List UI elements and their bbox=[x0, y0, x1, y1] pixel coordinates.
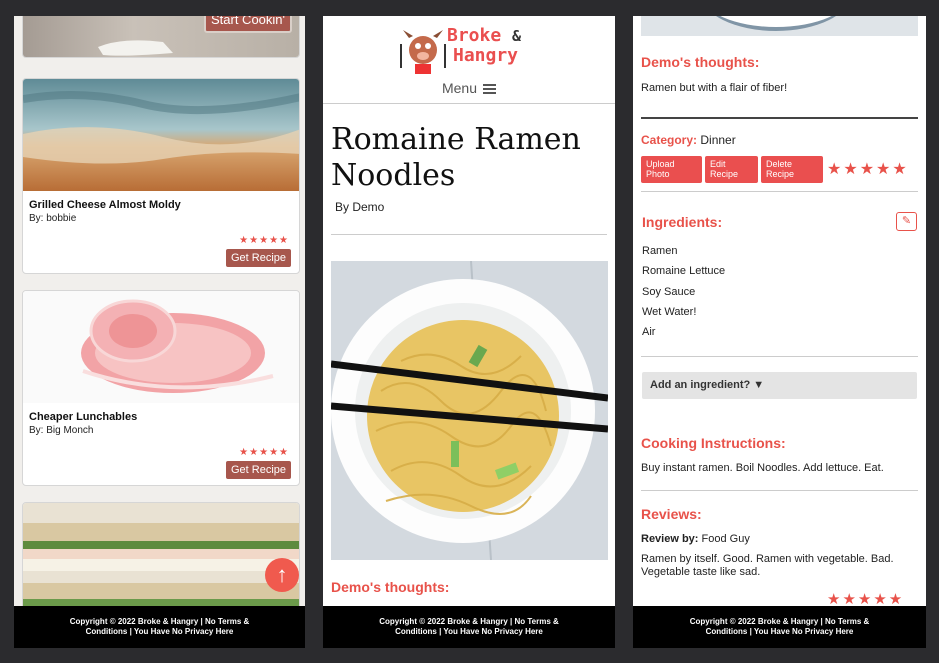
footer-line: Copyright © 2022 Broke & Hangry | No Ter… bbox=[689, 617, 870, 626]
divider bbox=[323, 103, 615, 104]
recipe-card-author: By: bobbie bbox=[29, 213, 77, 224]
footer-line: Conditions | You Have No Privacy Here bbox=[85, 627, 234, 636]
thoughts-heading: Demo's thoughts: bbox=[641, 54, 760, 70]
recipe-card-author: By: Big Monch bbox=[29, 425, 94, 436]
thoughts-heading: Demo's thoughts: bbox=[331, 579, 450, 595]
recipe-card[interactable]: Cheaper Lunchables By: Big Monch ★★★★★ G… bbox=[22, 290, 300, 486]
recipe-image bbox=[23, 79, 299, 191]
divider bbox=[331, 234, 607, 235]
recipe-author: By Demo bbox=[335, 200, 385, 214]
site-logo[interactable]: Broke & Hangry bbox=[397, 24, 547, 74]
recipe-card-title[interactable]: Grilled Cheese Almost Moldy bbox=[29, 199, 299, 211]
divider bbox=[641, 117, 918, 119]
divider bbox=[641, 191, 918, 192]
divider bbox=[641, 356, 918, 357]
pencil-icon[interactable]: ✎ bbox=[896, 212, 917, 231]
hamburger-icon bbox=[483, 84, 497, 95]
start-cookin-button[interactable]: Start Cookin' bbox=[204, 16, 292, 33]
footer: Copyright © 2022 Broke & Hangry | No Ter… bbox=[14, 606, 305, 648]
recipe-list-panel: Start Cookin' Grilled Cheese Almost Mold… bbox=[14, 16, 305, 648]
get-recipe-button[interactable]: Get Recipe bbox=[225, 249, 291, 267]
recipe-card-title[interactable]: Cheaper Lunchables bbox=[29, 411, 299, 423]
menu-toggle[interactable]: Menu bbox=[323, 80, 615, 96]
footer-line: Copyright © 2022 Broke & Hangry | No Ter… bbox=[379, 617, 559, 626]
review-by-name: Food Guy bbox=[701, 533, 750, 545]
rating-stars: ★★★★★ bbox=[239, 447, 289, 458]
logo-text: Hangry bbox=[453, 45, 519, 66]
footer-line: Conditions | You Have No Privacy Here bbox=[705, 627, 854, 636]
ingredient-item: Ramen bbox=[642, 245, 678, 257]
recipe-title: Romaine Ramen Noodles bbox=[331, 122, 581, 193]
category: Category: Dinner bbox=[641, 133, 736, 147]
review-by-label: Review by: bbox=[641, 533, 699, 545]
category-value: Dinner bbox=[700, 133, 736, 147]
recipe-card[interactable]: Grilled Cheese Almost Moldy By: bobbie ★… bbox=[22, 78, 300, 274]
recipe-details-panel: Demo's thoughts: Ramen but with a flair … bbox=[633, 16, 926, 648]
ingredient-item: Air bbox=[642, 326, 656, 338]
footer: Copyright © 2022 Broke & Hangry | No Ter… bbox=[323, 606, 615, 648]
edit-recipe-button[interactable]: Edit Recipe bbox=[705, 156, 758, 183]
review-text: Ramen by itself. Good. Ramen with vegeta… bbox=[641, 553, 894, 578]
category-label: Category: bbox=[641, 133, 698, 147]
thoughts-text: Ramen but with a flair of fiber! bbox=[641, 82, 788, 94]
footer-line: Copyright © 2022 Broke & Hangry | No Ter… bbox=[69, 617, 250, 626]
arrow-up-icon[interactable]: ↑ bbox=[265, 558, 299, 592]
recipe-header-panel: Broke & Hangry Menu Romaine Ramen Noodle… bbox=[323, 16, 615, 648]
delete-recipe-button[interactable]: Delete Recipe bbox=[761, 156, 823, 183]
logo-amp: & bbox=[512, 27, 522, 45]
add-ingredient-toggle[interactable]: Add an ingredient? ▼ bbox=[642, 372, 917, 399]
rating-stars: ★★★★★ bbox=[239, 235, 289, 246]
ingredient-item: Romaine Lettuce bbox=[642, 265, 726, 277]
ingredient-item: Wet Water! bbox=[642, 306, 697, 318]
logo-text: Broke bbox=[447, 25, 502, 46]
divider bbox=[641, 490, 918, 491]
reviews-heading: Reviews: bbox=[641, 506, 702, 522]
rating-stars[interactable]: ★★★★★ bbox=[827, 159, 909, 179]
upload-photo-button[interactable]: Upload Photo bbox=[641, 156, 702, 183]
recipe-photo-bottom bbox=[641, 16, 918, 36]
recipe-image bbox=[23, 291, 299, 403]
footer-line: Conditions | You Have No Privacy Here bbox=[395, 627, 543, 636]
instructions-heading: Cooking Instructions: bbox=[641, 435, 786, 451]
ingredient-item: Soy Sauce bbox=[642, 286, 696, 298]
menu-label: Menu bbox=[441, 80, 478, 96]
rating-stars-text: ★★★★★ bbox=[827, 161, 909, 178]
recipe-photo bbox=[331, 261, 608, 560]
instructions-text: Buy instant ramen. Boil Noodles. Add let… bbox=[641, 462, 884, 474]
ingredients-heading: Ingredients: bbox=[642, 214, 723, 230]
review-author: Review by: Food Guy bbox=[641, 533, 750, 545]
recipe-card-top[interactable]: Start Cookin' bbox=[22, 16, 300, 58]
get-recipe-button[interactable]: Get Recipe bbox=[225, 461, 291, 479]
footer: Copyright © 2022 Broke & Hangry | No Ter… bbox=[633, 606, 926, 648]
